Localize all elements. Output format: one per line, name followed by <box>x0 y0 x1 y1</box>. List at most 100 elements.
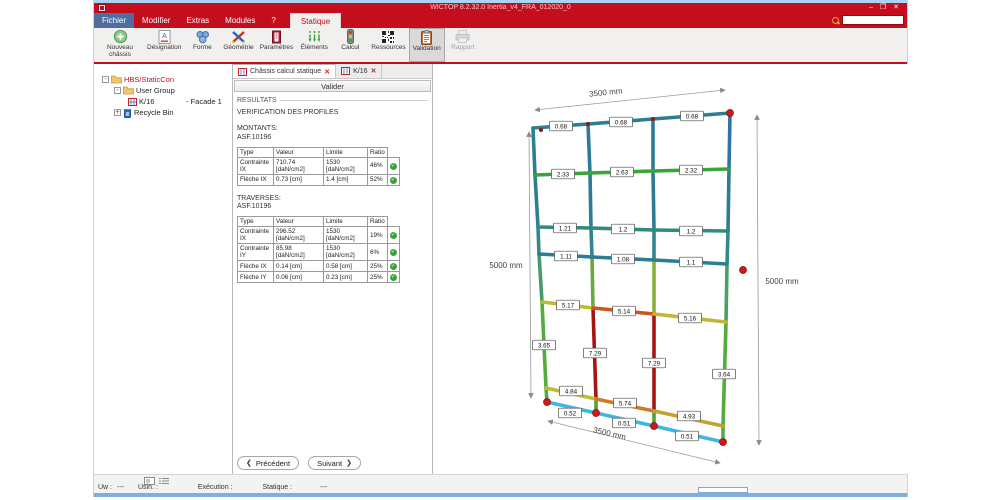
folder-icon <box>123 86 134 95</box>
resources-qr-icon <box>381 29 395 44</box>
close-button[interactable]: ✕ <box>893 3 899 13</box>
traverses-label: TRAVERSES: ASF.10196 <box>237 195 428 213</box>
project-tree-panel: - HBS/StaticCon - User Group K/16 - Faca… <box>94 64 233 474</box>
tab-chassis-calcul-statique[interactable]: Châssis calcul statique ✕ <box>233 64 336 78</box>
check-icon: ✓ <box>390 232 397 239</box>
ribbon-button-designation[interactable]: A Désignation <box>144 28 184 62</box>
status-items: Uw : --- Usin. : Exécution : Statique : … <box>98 484 327 491</box>
results-title: RESULTATS <box>237 97 277 104</box>
report-printer-icon <box>455 29 470 44</box>
validation-clipboard-icon <box>420 30 433 45</box>
close-icon[interactable]: ✕ <box>324 68 330 76</box>
check-icon: ✓ <box>390 274 397 281</box>
ribbon-button-parametres[interactable]: Paramètres <box>257 28 297 62</box>
svg-text:A: A <box>162 33 167 40</box>
status-usin-label: Usin. : <box>138 484 158 491</box>
svg-text:0.68: 0.68 <box>555 123 568 130</box>
tree-item-recycle-bin[interactable]: + Recycle Bin <box>94 107 232 118</box>
expand-icon[interactable]: + <box>114 109 121 116</box>
check-icon: ✓ <box>390 249 397 256</box>
svg-text:1.08: 1.08 <box>617 256 630 263</box>
ribbon-button-validation[interactable]: Validation <box>409 28 445 62</box>
stress-diagram[interactable]: 3500 mm3500 mm5000 mm5000 mm0.680.680.68… <box>434 64 909 474</box>
tab-k16[interactable]: K/16 ✕ <box>336 64 382 78</box>
svg-text:3.64: 3.64 <box>718 371 731 378</box>
collapse-icon[interactable]: - <box>102 76 109 83</box>
table-row: Flèche IX0.14 [cm] 0.58 [cm]25% ✓ <box>238 261 400 272</box>
svg-text:4.93: 4.93 <box>683 413 696 420</box>
svg-text:5.17: 5.17 <box>562 302 575 309</box>
check-icon: ✓ <box>390 263 397 270</box>
svg-text:7.29: 7.29 <box>589 350 602 357</box>
tree-item-k16[interactable]: K/16 - Facade 1 <box>94 96 232 107</box>
verification-title: VERIFICATION DES PROFILES <box>237 109 428 116</box>
menu-extras[interactable]: Extras <box>178 13 217 28</box>
recycle-bin-icon <box>123 108 132 118</box>
svg-text:1.1: 1.1 <box>687 259 696 266</box>
menu-fichier[interactable]: Fichier <box>94 13 134 28</box>
ribbon-button-forme[interactable]: Forme <box>184 28 220 62</box>
search-input[interactable] <box>842 15 904 25</box>
check-icon: ✓ <box>390 163 397 170</box>
valider-button[interactable]: Valider <box>234 80 431 92</box>
table-row: Contrainte IY85.98 [daN/cm2] 1530 [daN/c… <box>238 244 400 261</box>
table-row: Flèche IX0.73 [cm] 1.4 [cm]52% ✓ <box>238 174 400 185</box>
folder-icon <box>111 75 122 84</box>
menu-bar: Fichier Modifier Extras Modules ? Statiq… <box>94 13 907 28</box>
svg-text:1.11: 1.11 <box>560 253 572 260</box>
svg-text:2.32: 2.32 <box>685 167 698 174</box>
calc-traffic-light-icon <box>344 29 357 44</box>
minimize-button[interactable]: – <box>869 3 873 13</box>
window-bottom-strip <box>94 493 907 497</box>
elements-arrows-icon <box>307 29 322 44</box>
svg-text:1.21: 1.21 <box>559 225 572 232</box>
ribbon-toolbar: Nouveau châssis A Désignation Forme Géom… <box>94 28 907 62</box>
ribbon-button-calcul[interactable]: Calcul <box>332 28 368 62</box>
svg-text:7.29: 7.29 <box>648 360 661 367</box>
tree-item-user-group[interactable]: - User Group <box>94 85 232 96</box>
table-row: Flèche IY0.06 [cm] 0.23 [cm]25% ✓ <box>238 272 400 283</box>
svg-text:5.74: 5.74 <box>619 400 632 407</box>
geometry-pencils-icon <box>231 29 246 44</box>
collapse-icon[interactable]: - <box>114 87 121 94</box>
ribbon-button-rapport: Rapport <box>445 28 481 62</box>
svg-text:2.63: 2.63 <box>616 169 629 176</box>
dimension-label: 3500 mm <box>589 86 623 98</box>
ribbon-button-elements[interactable]: Éléments <box>296 28 332 62</box>
main-area: - HBS/StaticCon - User Group K/16 - Faca… <box>94 64 907 474</box>
document-tabs: Châssis calcul statique ✕ K/16 ✕ <box>233 64 432 79</box>
frame-icon <box>238 68 247 76</box>
status-uw-label: Uw : <box>98 484 112 491</box>
menu-modifier[interactable]: Modifier <box>134 13 178 28</box>
member-ratio-labels: 0.680.680.682.332.632.321.211.21.21.111.… <box>533 111 736 441</box>
tree-item-root[interactable]: - HBS/StaticCon <box>94 74 232 85</box>
ribbon-button-ressources[interactable]: Ressources <box>368 28 408 62</box>
svg-text:0.68: 0.68 <box>615 119 628 126</box>
table-row: Contrainte IX710.74 [daN/cm2] 1530 [daN/… <box>238 157 400 174</box>
svg-text:4.84: 4.84 <box>565 388 578 395</box>
close-icon[interactable]: ✕ <box>370 67 376 75</box>
maximize-button[interactable]: ❐ <box>880 3 886 13</box>
svg-text:0.68: 0.68 <box>686 113 699 120</box>
status-statique-label: Statique : <box>262 484 292 491</box>
search-icon <box>831 16 840 25</box>
app-window: WICTOP 8.2.32.0 Inertia_v4_FRA_012020_0 … <box>93 0 908 497</box>
window-title: WICTOP 8.2.32.0 Inertia_v4_FRA_012020_0 <box>94 4 907 12</box>
ribbon-button-nouveau-chassis[interactable]: Nouveau châssis <box>96 28 144 62</box>
results-content: RESULTATS VERIFICATION DES PROFILES MONT… <box>233 92 432 283</box>
status-statique-value: --- <box>320 484 327 491</box>
chevron-right-icon: ❯ <box>346 459 352 467</box>
precedent-button[interactable]: ❮ Précédent <box>237 456 299 470</box>
menu-help[interactable]: ? <box>263 13 283 28</box>
ribbon-button-geometrie[interactable]: Géométrie <box>220 28 256 62</box>
svg-text:1.2: 1.2 <box>687 228 696 235</box>
designation-document-icon: A <box>158 29 171 44</box>
montants-table: Type Valeur Limite Ratio Contrainte IX71… <box>237 147 400 186</box>
dimension-label: 5000 mm <box>765 277 799 286</box>
chevron-left-icon: ❮ <box>246 459 252 467</box>
menu-tab-statique[interactable]: Statique <box>290 13 341 28</box>
svg-text:3.65: 3.65 <box>538 342 551 349</box>
diagram-panel[interactable]: 3500 mm3500 mm5000 mm5000 mm0.680.680.68… <box>434 64 909 474</box>
menu-modules[interactable]: Modules <box>217 13 263 28</box>
suivant-button[interactable]: Suivant ❯ <box>308 456 361 470</box>
